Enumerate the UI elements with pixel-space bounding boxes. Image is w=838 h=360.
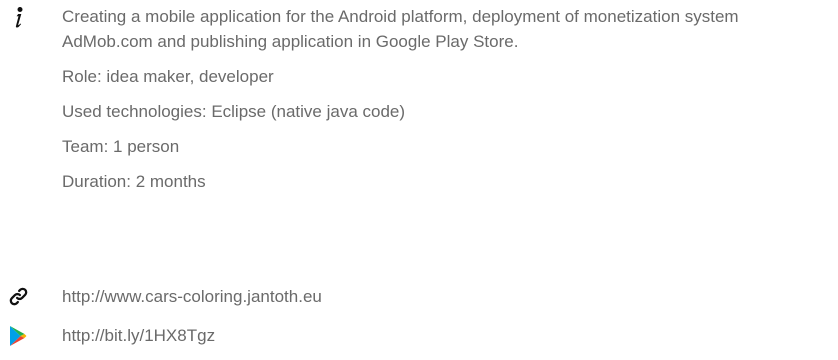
website-link[interactable]: http://www.cars-coloring.jantoth.eu bbox=[62, 287, 322, 306]
technologies-line: Used technologies: Eclipse (native java … bbox=[62, 102, 406, 121]
duration-line: Duration: 2 months bbox=[62, 172, 206, 191]
project-card: Creating a mobile application for the An… bbox=[0, 0, 838, 360]
store-link[interactable]: http://bit.ly/1HX8Tgz bbox=[62, 326, 215, 345]
link-icon bbox=[0, 284, 36, 309]
store-link-row: http://bit.ly/1HX8Tgz bbox=[62, 323, 215, 348]
project-description: Creating a mobile application for the An… bbox=[62, 7, 739, 51]
project-details: Creating a mobile application for the An… bbox=[62, 4, 826, 194]
website-link-row: http://www.cars-coloring.jantoth.eu bbox=[62, 284, 322, 309]
team-line: Team: 1 person bbox=[62, 137, 180, 156]
google-play-icon bbox=[0, 323, 36, 348]
info-icon bbox=[0, 4, 36, 29]
role-line: Role: idea maker, developer bbox=[62, 67, 274, 86]
